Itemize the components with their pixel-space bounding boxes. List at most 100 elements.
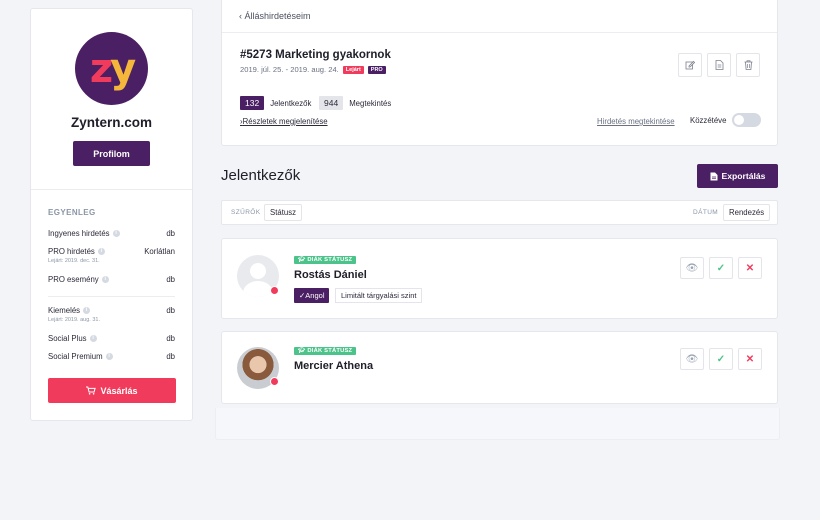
balance-row-highlight: Kiemelés i db Lejárt: 2019. aug. 31. [48, 306, 175, 323]
pro-badge: PRO [367, 65, 386, 74]
balance-expiry: Lejárt: 2019. aug. 31. [48, 317, 100, 323]
applicant-name[interactable]: Rostás Dániel [294, 269, 367, 281]
info-icon[interactable]: i [83, 307, 91, 314]
balance-label: Social Plus [48, 334, 87, 343]
status-dot [270, 377, 279, 386]
info-icon[interactable]: i [112, 230, 120, 237]
applicants-stat: 132 Jelentkezők [240, 96, 311, 110]
file-export-icon [710, 172, 718, 180]
language-level: Limitált tárgyalási szint [335, 288, 423, 303]
job-card: ‹ Álláshirdetéseim #5273 Marketing gyako… [221, 0, 778, 146]
document-button[interactable] [707, 53, 731, 77]
sidebar-divider [31, 189, 192, 190]
sidebar: zy Zyntern.com Profilom EGYENLEG Ingyene… [30, 8, 193, 421]
views-count: 944 [319, 96, 344, 110]
balance-expiry: Lejárt: 2019. dec. 31. [48, 258, 100, 264]
balance-row-social-plus: Social Plus i db [48, 334, 175, 343]
cart-icon [86, 386, 97, 395]
buy-button[interactable]: Vásárlás [48, 378, 176, 403]
balance-row-pro-event: PRO esemény i db [48, 275, 175, 284]
student-status-badge: 🎓︎ DIÁK STÁTUSZ [294, 256, 357, 264]
buy-button-label: Vásárlás [100, 385, 138, 396]
publish-label: Közzétéve [690, 116, 727, 125]
view-ad-link[interactable]: Hirdetés megtekintése [597, 117, 675, 126]
balance-label: PRO esemény [48, 275, 99, 284]
trash-icon [744, 60, 752, 70]
info-icon[interactable]: i [105, 353, 113, 360]
balance-label: Kiemelés [48, 306, 81, 315]
view-applicant-button[interactable]: 👁︎ [680, 348, 704, 370]
publish-toggle[interactable] [732, 113, 761, 127]
expired-badge: Lejárt [342, 65, 364, 74]
balance-row-free-ad: Ingyenes hirdetés i db [48, 229, 175, 238]
applicant-card: 🎓︎ DIÁK STÁTUSZ Rostás Dániel ✓Angol Lim… [221, 238, 778, 319]
document-icon [715, 60, 723, 70]
balance-row-pro-ad: PRO hirdetés i Korlátlan Lejárt: 2019. de… [48, 247, 175, 264]
balance-title: EGYENLEG [48, 208, 96, 217]
reject-applicant-button[interactable]: ✕ [738, 257, 762, 279]
accept-applicant-button[interactable]: ✓ [709, 257, 733, 279]
applicant-card: 🎓︎ DIÁK STÁTUSZ Mercier Athena 👁︎ ✓ ✕ [221, 331, 778, 404]
avatar-body [243, 281, 273, 297]
job-date-range: 2019. júl. 25. - 2019. aug. 24. [240, 65, 339, 74]
loading-card-placeholder [215, 408, 780, 440]
balance-label: Ingyenes hirdetés [48, 229, 110, 238]
language-chip: ✓Angol [294, 288, 330, 303]
filter-bar: SZŰRŐK Státusz DÁTUM Rendezés [221, 200, 778, 225]
graduation-cap-icon: 🎓︎ [298, 257, 308, 263]
back-link-label: Álláshirdetéseim [244, 11, 311, 21]
accept-applicant-button[interactable]: ✓ [709, 348, 733, 370]
balance-value: Korlátlan [144, 247, 175, 256]
balance-value: db [166, 229, 175, 238]
applicants-section-title: Jelentkezők [221, 167, 301, 184]
show-details-link[interactable]: ›Részletek megjelenítése [240, 117, 328, 126]
balance-label: Social Premium [48, 352, 103, 361]
status-dot [270, 286, 279, 295]
export-button-label: Exportálás [721, 171, 766, 181]
edit-icon [685, 60, 695, 70]
balance-divider [48, 296, 175, 297]
eye-icon: 👁︎ [685, 262, 699, 274]
balance-label: PRO hirdetés [48, 247, 95, 256]
views-stat-label: Megtekintés [349, 98, 392, 108]
profile-button[interactable]: Profilom [73, 141, 150, 166]
delete-button[interactable] [736, 53, 760, 77]
eye-icon: 👁︎ [685, 353, 699, 365]
sort-dropdown[interactable]: Rendezés [723, 204, 771, 221]
student-badge-label: DIÁK STÁTUSZ [307, 257, 353, 263]
job-title: #5273 Marketing gyakornok [240, 49, 391, 61]
show-details-label: Részletek megjelenítése [242, 117, 328, 126]
edit-button[interactable] [678, 53, 702, 77]
graduation-cap-icon: 🎓︎ [298, 348, 308, 354]
logo-letter-z: z [89, 45, 113, 92]
company-name: Zyntern.com [70, 115, 152, 130]
status-filter[interactable]: Státusz [264, 204, 303, 221]
applicants-stat-label: Jelentkezők [270, 98, 312, 108]
job-dates: 2019. júl. 25. - 2019. aug. 24. Lejárt P… [240, 65, 386, 74]
logo-letter-y: y [110, 45, 136, 92]
toggle-knob [734, 115, 744, 125]
applicant-name[interactable]: Mercier Athena [294, 360, 373, 372]
info-icon[interactable]: i [101, 276, 109, 283]
reject-applicant-button[interactable]: ✕ [738, 348, 762, 370]
info-icon[interactable]: i [89, 335, 97, 342]
student-status-badge: 🎓︎ DIÁK STÁTUSZ [294, 347, 357, 355]
info-icon[interactable]: i [97, 248, 105, 255]
balance-row-social-premium: Social Premium i db [48, 352, 175, 361]
export-button[interactable]: Exportálás [697, 164, 778, 188]
view-applicant-button[interactable]: 👁︎ [680, 257, 704, 279]
balance-value: db [166, 334, 175, 343]
balance-value: db [166, 306, 175, 315]
close-icon: ✕ [745, 353, 755, 365]
applicants-count: 132 [240, 96, 265, 110]
check-icon: ✓ [716, 353, 726, 365]
balance-value: db [166, 352, 175, 361]
company-logo: zy [75, 32, 148, 105]
check-icon: ✓ [716, 262, 726, 274]
date-label: DÁTUM [693, 209, 719, 216]
job-card-divider [222, 32, 777, 33]
views-stat: 944 Megtekintés [319, 96, 391, 110]
balance-value: db [166, 275, 175, 284]
back-link[interactable]: ‹ Álláshirdetéseim [239, 11, 311, 21]
avatar-head [250, 263, 266, 279]
